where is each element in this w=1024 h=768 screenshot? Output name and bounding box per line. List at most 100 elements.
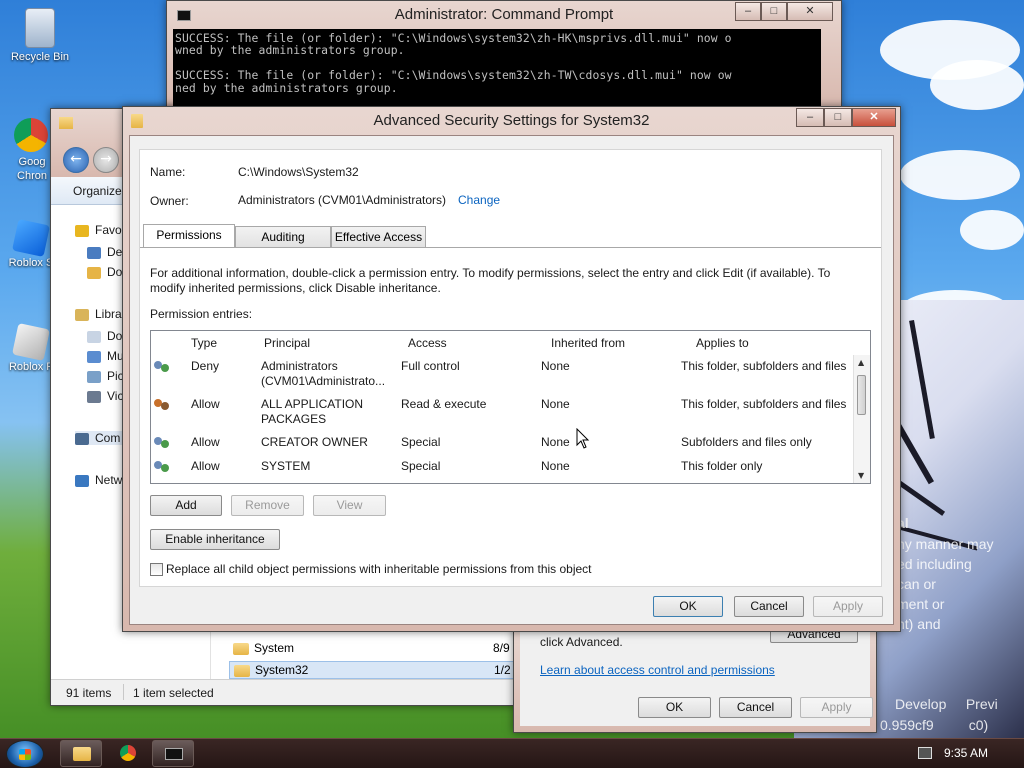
tree-item-pictures[interactable]: Pic xyxy=(87,369,124,383)
tree-item-favorites[interactable]: Favo xyxy=(75,223,122,237)
file-name: System32 xyxy=(255,663,309,677)
tab-permissions[interactable]: Permissions xyxy=(143,224,235,247)
cell-principal-line2: (CVM01\Administrato... xyxy=(261,374,386,388)
maximize-button[interactable]: □ xyxy=(824,108,852,127)
info-text: For additional information, double-click… xyxy=(150,266,831,280)
cell-principal: CREATOR OWNER xyxy=(261,435,368,449)
cancel-button[interactable]: Cancel xyxy=(734,596,804,617)
network-icon xyxy=(75,474,89,487)
replace-child-permissions-checkbox[interactable] xyxy=(150,563,163,576)
cell-inherited: None xyxy=(541,397,570,411)
scroll-down-icon[interactable]: ▼ xyxy=(858,471,864,480)
tree-label: Favo xyxy=(95,223,122,237)
organize-button[interactable]: Organize xyxy=(73,184,122,198)
selected-count: 1 item selected xyxy=(133,686,214,700)
close-button[interactable]: ✕ xyxy=(852,108,896,127)
scroll-up-icon[interactable]: ▲ xyxy=(858,358,864,367)
dialog-client: Name: C:\Windows\System32 Owner: Adminis… xyxy=(129,135,894,625)
tree-item-desktop[interactable]: De xyxy=(87,245,122,259)
network-tray-icon[interactable] xyxy=(918,747,932,759)
add-button[interactable]: Add xyxy=(150,495,222,516)
tree-item-libraries[interactable]: Libra xyxy=(75,307,122,321)
tree-item-music[interactable]: Mu xyxy=(87,349,124,363)
user-group-icon xyxy=(154,361,172,375)
roblox-studio-icon xyxy=(12,219,50,257)
cell-type: Allow xyxy=(191,435,220,449)
desktop-icon-label: Recycle Bin xyxy=(10,51,70,63)
owner-label: Owner: xyxy=(150,194,189,208)
command-prompt-window[interactable]: Administrator: Command Prompt – □ ✕ SUCC… xyxy=(166,0,842,110)
tree-label: Do xyxy=(107,329,123,343)
cell-applies: This folder, subfolders and files xyxy=(681,397,847,411)
taskbar-explorer-button[interactable] xyxy=(60,740,102,767)
maximize-button[interactable]: □ xyxy=(761,2,787,21)
column-header-inherited-from[interactable]: Inherited from xyxy=(551,331,625,355)
dialog-titlebar[interactable]: Advanced Security Settings for System32 … xyxy=(123,107,900,135)
enable-inheritance-button[interactable]: Enable inheritance xyxy=(150,529,280,550)
change-owner-link[interactable]: Change xyxy=(458,193,500,207)
view-button[interactable]: View xyxy=(313,495,386,516)
tree-item-videos[interactable]: Vic xyxy=(87,389,123,403)
computer-icon xyxy=(75,432,89,445)
forward-button[interactable]: → xyxy=(93,147,119,173)
remove-button[interactable]: Remove xyxy=(231,495,304,516)
info-text: modify inherited permissions, click Disa… xyxy=(150,281,441,295)
tree-item-documents[interactable]: Do xyxy=(87,329,122,343)
scroll-thumb[interactable] xyxy=(857,375,866,415)
apply-button[interactable]: Apply xyxy=(813,596,883,617)
taskbar-cmd-button[interactable] xyxy=(152,740,194,767)
taskbar-chrome-button[interactable] xyxy=(108,740,148,767)
tree-label: Netw xyxy=(95,473,123,487)
advanced-security-dialog[interactable]: Advanced Security Settings for System32 … xyxy=(122,106,901,632)
table-row[interactable]: Allow ALL APPLICATION PACKAGES Read & ex… xyxy=(151,397,854,433)
desktop-icon-recycle-bin[interactable]: Recycle Bin xyxy=(4,8,76,63)
properties-dialog[interactable]: click Advanced. Advanced Learn about acc… xyxy=(513,625,877,733)
vertical-scrollbar[interactable]: ▲ ▼ xyxy=(853,355,870,483)
tree-label: Libra xyxy=(95,307,122,321)
desktop-icon xyxy=(87,246,101,259)
close-button[interactable]: ✕ xyxy=(787,2,833,21)
taskbar: 9:35 AM xyxy=(0,738,1024,768)
explorer-icon xyxy=(73,747,91,761)
cell-access: Special xyxy=(401,435,441,449)
star-icon xyxy=(75,224,89,237)
cmd-icon xyxy=(165,748,183,760)
folder-icon xyxy=(234,664,250,677)
column-header-type[interactable]: Type xyxy=(191,331,217,355)
column-header-access[interactable]: Access xyxy=(408,331,447,355)
tree-label: Vic xyxy=(107,389,124,403)
file-row[interactable]: System 8/9 xyxy=(233,641,517,655)
permission-entries-list[interactable]: Type Principal Access Inherited from App… xyxy=(150,330,871,484)
cmd-titlebar[interactable]: Administrator: Command Prompt – □ ✕ xyxy=(167,1,841,29)
table-row[interactable]: Allow CREATOR OWNER Special None Subfold… xyxy=(151,435,854,455)
minimize-button[interactable]: – xyxy=(735,2,761,21)
console-line: ned by the administrators group. xyxy=(175,80,398,95)
properties-ok-button[interactable]: OK xyxy=(638,697,711,718)
tree-item-downloads[interactable]: Do xyxy=(87,265,122,279)
learn-access-control-link[interactable]: Learn about access control and permissio… xyxy=(540,663,775,677)
folder-icon xyxy=(233,642,249,655)
tab-effective-access[interactable]: Effective Access xyxy=(331,226,426,247)
cell-access: Read & execute xyxy=(401,397,487,411)
tree-item-network[interactable]: Netw xyxy=(75,473,122,487)
folder-icon xyxy=(59,117,73,129)
cell-applies: Subfolders and files only xyxy=(681,435,812,449)
properties-cancel-button[interactable]: Cancel xyxy=(719,697,792,718)
column-header-applies-to[interactable]: Applies to xyxy=(696,331,749,355)
permission-entries-label: Permission entries: xyxy=(150,307,253,321)
clock[interactable]: 9:35 AM xyxy=(944,746,988,760)
column-header-principal[interactable]: Principal xyxy=(264,331,310,355)
table-row[interactable]: Allow SYSTEM Special None This folder on… xyxy=(151,459,854,479)
minimize-button[interactable]: – xyxy=(796,108,824,127)
properties-apply-button[interactable]: Apply xyxy=(800,697,873,718)
file-row-selected[interactable]: System32 1/2 xyxy=(229,661,517,679)
item-count: 91 items xyxy=(66,686,112,700)
ok-button[interactable]: OK xyxy=(653,596,723,617)
watermark-line: nt) and xyxy=(897,616,941,632)
start-button[interactable] xyxy=(6,740,44,768)
console-output[interactable]: SUCCESS: The file (or folder): "C:\Windo… xyxy=(173,29,821,109)
back-button[interactable]: ← xyxy=(63,147,89,173)
name-label: Name: xyxy=(150,165,186,179)
tab-auditing[interactable]: Auditing xyxy=(235,226,331,247)
table-row[interactable]: Deny Administrators (CVM01\Administrato.… xyxy=(151,359,854,395)
